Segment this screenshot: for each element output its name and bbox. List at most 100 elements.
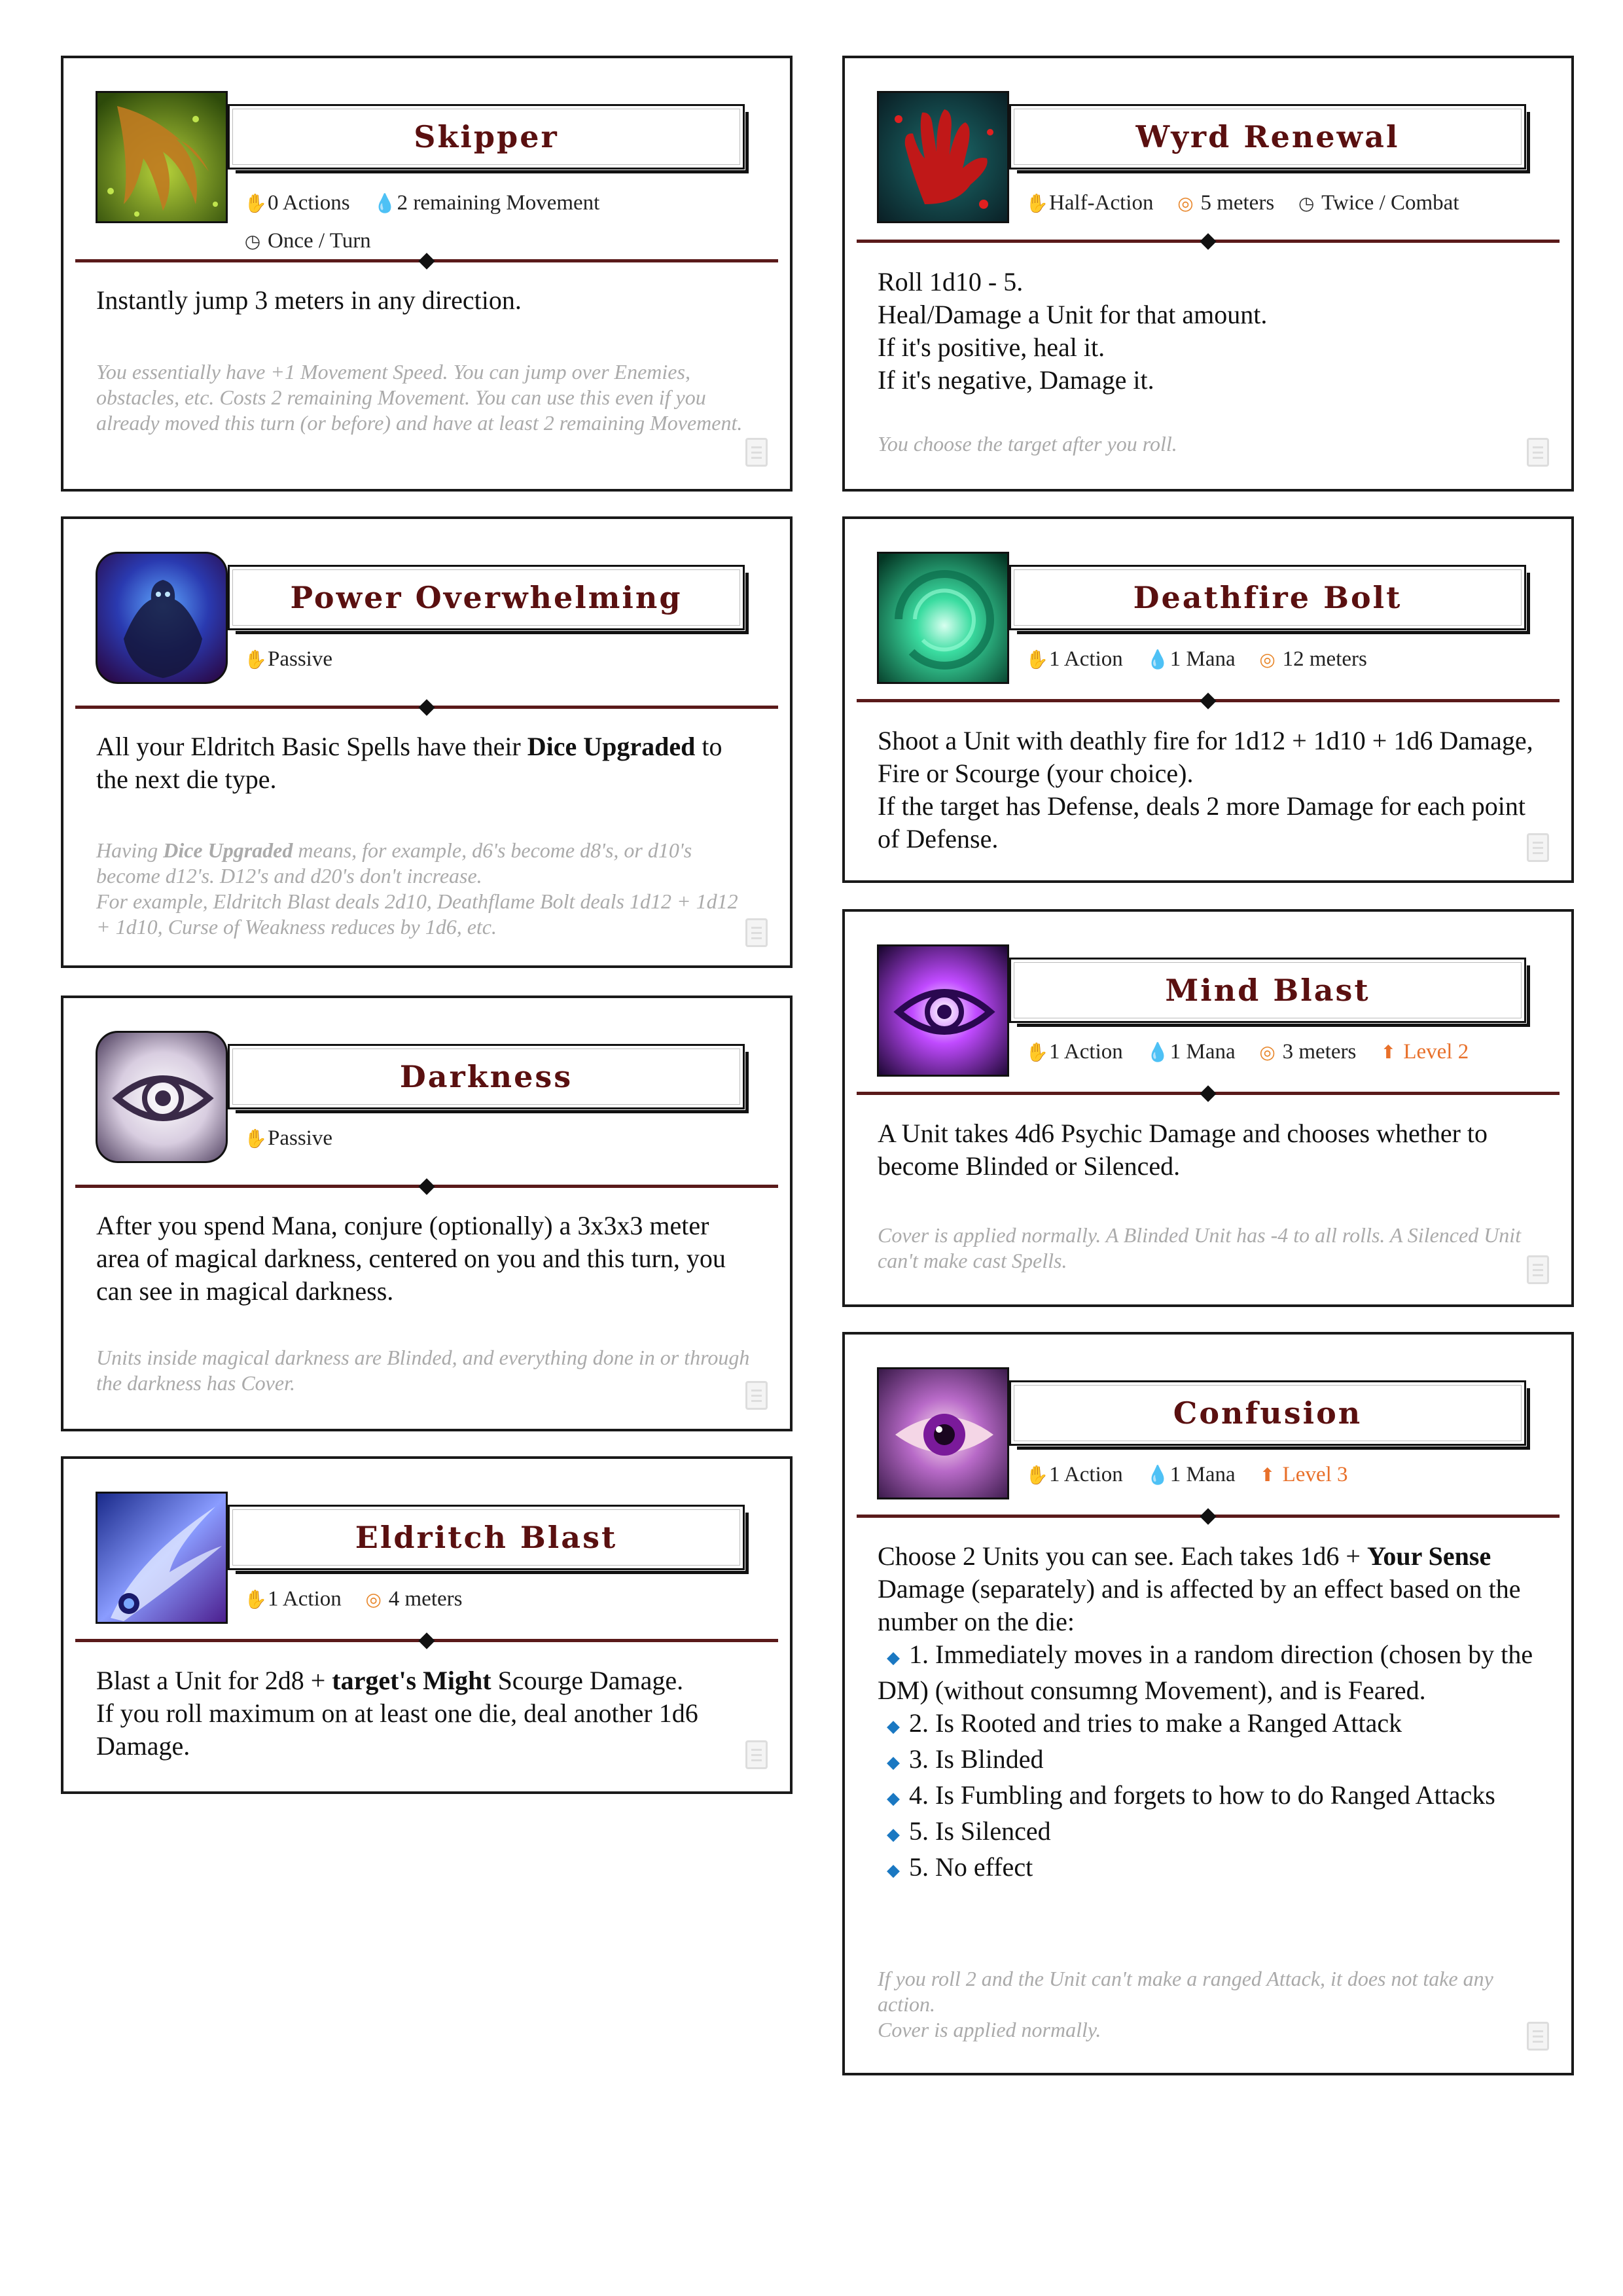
eldritch-blast-portrait [96,1492,228,1624]
darkness-text: After you spend Mana, conjure (optionall… [96,1211,726,1306]
power-overwhelming-portrait [96,552,228,684]
mind-blast-text: A Unit takes 4d6 Psychic Damage and choo… [878,1119,1488,1181]
clock-icon: ◷ [1298,194,1315,214]
divider [75,1185,778,1188]
level-icon: ⬆ [1259,1465,1275,1486]
deathfire-bolt-title: Deathfire Bolt [1133,580,1402,615]
page-icon [1527,833,1549,862]
wyrd-renewal-title-box: Wyrd Renewal [1009,104,1530,173]
bullet-icon: ◆ [887,1717,900,1736]
confusion-note: If you roll 2 and the Unit can't make a … [878,1967,1493,2041]
page-icon [745,438,768,467]
bullet-icon: ◆ [887,1789,900,1808]
hand-icon: ✋ [1026,650,1048,670]
clock-icon: ◷ [244,232,261,252]
hand-icon: ✋ [244,650,267,670]
hand-icon: ✋ [244,1590,267,1610]
page-icon [745,1381,768,1410]
confusion-title-box: Confusion [1009,1380,1530,1450]
list-item: ◆ 1. Immediately moves in a random direct… [878,1640,1533,1705]
darkness-meta: ✋Passive [244,1120,781,1158]
hand-icon: ✋ [1026,1043,1048,1063]
power-overwhelming-note: Having Dice Upgraded means, for example,… [96,838,738,939]
drop-icon: 💧 [1146,1465,1169,1486]
skipper-text: Instantly jump 3 meters in any direction… [96,285,522,315]
page-icon [745,918,768,947]
page-icon [1527,1255,1549,1284]
deathfire-bolt-title-box: Deathfire Bolt [1009,565,1530,634]
list-item: ◆ 4. Is Fumbling and forgets to how to do… [887,1780,1495,1810]
page-icon [745,1740,768,1769]
page-icon [1527,438,1549,467]
list-item: ◆ 5. Is Silenced [887,1816,1051,1846]
confusion-text: Choose 2 Units you can see. Each takes 1… [878,1540,1539,1887]
divider [857,240,1560,243]
wyrd-renewal-text: Roll 1d10 - 5. Heal/Damage a Unit for th… [878,267,1268,395]
mind-blast-title: Mind Blast [1165,973,1370,1008]
page-icon [1527,2022,1549,2051]
eldritch-blast-title: Eldritch Blast [355,1520,618,1555]
eldritch-blast-text: Blast a Unit for 2d8 + target's Might Sc… [96,1666,698,1761]
card-confusion: Confusion ✋1 Action 💧1 Mana ⬆ Level 3 Choos… [842,1332,1574,2075]
card-power-overwhelming: Power Overwhelming ✋Passive All your Eld… [61,516,793,968]
power-overwhelming-title-box: Power Overwhelming [228,565,749,634]
confusion-title: Confusion [1173,1395,1363,1431]
bullet-icon: ◆ [887,1753,900,1772]
mind-blast-title-box: Mind Blast [1009,958,1530,1027]
range-icon: ◎ [1259,1043,1275,1063]
bullet-icon: ◆ [887,1825,900,1844]
hand-icon: ✋ [244,1129,267,1149]
card-mind-blast: Mind Blast ✋1 Action 💧1 Mana ◎ 3 meters ⬆ Lev… [842,909,1574,1307]
mind-blast-note: Cover is applied normally. A Blinded Uni… [878,1223,1522,1272]
hand-icon: ✋ [244,194,267,214]
divider [75,1639,778,1642]
confusion-meta: ✋1 Action 💧1 Mana ⬆ Level 3 [1026,1456,1562,1494]
drop-icon: 💧 [1146,650,1169,670]
power-overwhelming-text: All your Eldritch Basic Spells have thei… [96,732,722,794]
wyrd-renewal-meta: ✋Half-Action ◎ 5 meters ◷ Twice / Combat [1026,185,1562,223]
darkness-title: Darkness [399,1059,573,1094]
card-wyrd-renewal: Wyrd Renewal ✋Half-Action ◎ 5 meters ◷ Twice… [842,56,1574,492]
card-deathfire-bolt: Deathfire Bolt ✋1 Action 💧1 Mana ◎ 12 meter… [842,516,1574,883]
wyrd-renewal-note: You choose the target after you roll. [878,432,1177,456]
range-icon: ◎ [365,1590,382,1610]
darkness-title-box: Darkness [228,1044,749,1113]
hand-icon: ✋ [1026,194,1048,214]
skipper-title: Skipper [414,119,559,154]
card-skipper: Skipper ✋0 Actions 💧2 remaining Movement … [61,56,793,492]
drop-icon: 💧 [373,194,397,214]
darkness-note: Units inside magical darkness are Blinde… [96,1346,750,1395]
hand-icon: ✋ [1026,1465,1048,1486]
wyrd-renewal-portrait [877,91,1009,223]
deathfire-bolt-portrait [877,552,1009,684]
range-icon: ◎ [1259,650,1275,670]
divider [857,1515,1560,1518]
skipper-title-box: Skipper [228,104,749,173]
mind-blast-meta: ✋1 Action 💧1 Mana ◎ 3 meters ⬆ Level 2 [1026,1033,1562,1071]
skipper-note: You essentially have +1 Movement Speed. … [96,360,743,435]
wyrd-renewal-title: Wyrd Renewal [1135,119,1400,154]
card-eldritch-blast: Eldritch Blast ✋1 Action ◎ 4 meters Blast … [61,1456,793,1794]
confusion-portrait [877,1367,1009,1499]
mind-blast-portrait [877,944,1009,1077]
divider [75,259,778,262]
list-item: ◆ 5. No effect [887,1852,1033,1882]
list-item: ◆ 3. Is Blinded [887,1744,1044,1774]
drop-icon: 💧 [1146,1043,1169,1063]
bullet-icon: ◆ [887,1861,900,1880]
divider [75,706,778,709]
divider [857,699,1560,702]
eldritch-blast-meta: ✋1 Action ◎ 4 meters [244,1581,781,1619]
card-darkness: Darkness ✋Passive After you spend Mana, … [61,996,793,1431]
deathfire-bolt-meta: ✋1 Action 💧1 Mana ◎ 12 meters [1026,641,1562,679]
bullet-icon: ◆ [887,1648,900,1667]
skipper-portrait [96,91,228,223]
range-icon: ◎ [1177,194,1194,214]
divider [857,1092,1560,1095]
darkness-portrait [96,1031,228,1163]
power-overwhelming-title: Power Overwhelming [290,580,683,615]
eldritch-blast-title-box: Eldritch Blast [228,1505,749,1574]
deathfire-bolt-text: Shoot a Unit with deathly fire for 1d12 … [878,726,1533,853]
skipper-meta: ✋0 Actions 💧2 remaining Movement ◷ Once / … [244,185,781,260]
level-icon: ⬆ [1380,1043,1397,1063]
